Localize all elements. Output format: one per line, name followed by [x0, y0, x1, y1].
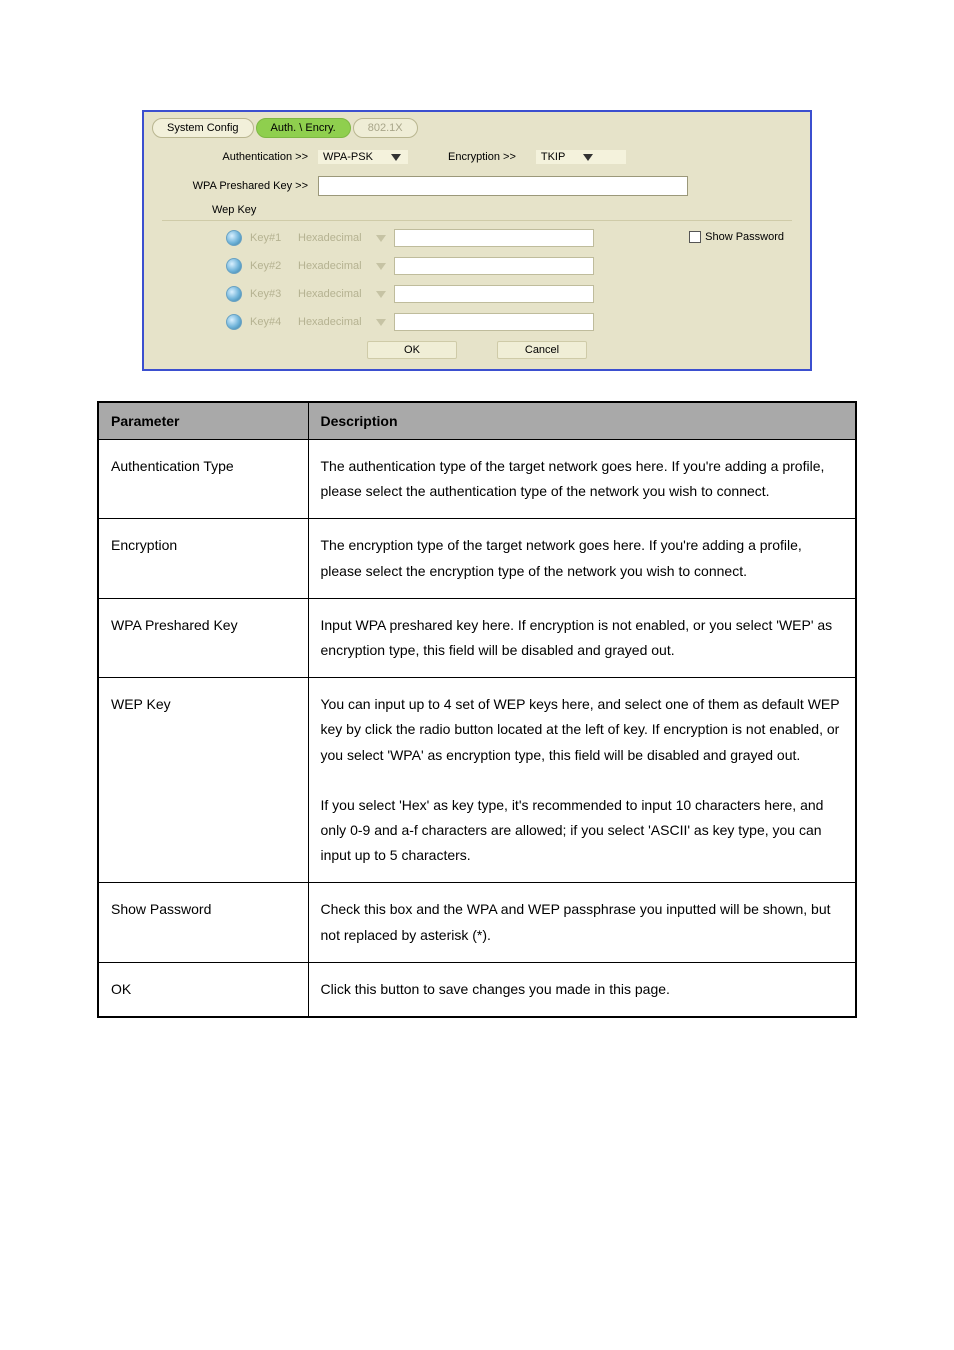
table-cell-parameter: Authentication Type	[98, 440, 308, 519]
wep-rows: Show Password Key#1 Hexadecimal Key#2 He	[162, 220, 792, 331]
wep-key-4-input[interactable]	[394, 313, 594, 331]
auth-select[interactable]: WPA-PSK	[318, 150, 408, 164]
wep-key-3-input[interactable]	[394, 285, 594, 303]
chevron-down-icon	[391, 154, 401, 161]
wep-radio-2[interactable]	[226, 258, 242, 274]
wep-key-3-label: Key#3	[250, 288, 290, 300]
table-cell-parameter: OK	[98, 962, 308, 1017]
wep-key-2-input[interactable]	[394, 257, 594, 275]
wep-key-2-format[interactable]: Hexadecimal	[298, 260, 386, 272]
show-password-label: Show Password	[705, 231, 784, 243]
encryption-label: Encryption >>	[448, 151, 516, 163]
cancel-button[interactable]: Cancel	[497, 341, 587, 359]
wep-radio-3[interactable]	[226, 286, 242, 302]
chevron-down-icon	[376, 291, 386, 298]
wep-key-2-label: Key#2	[250, 260, 290, 272]
psk-input[interactable]	[318, 176, 688, 196]
table-cell-parameter: WEP Key	[98, 678, 308, 883]
table-cell-parameter: Show Password	[98, 883, 308, 962]
tab-system-config[interactable]: System Config	[152, 118, 254, 138]
wep-radio-1[interactable]	[226, 230, 242, 246]
table-header-description: Description	[308, 402, 856, 440]
table-cell-parameter: WPA Preshared Key	[98, 598, 308, 677]
table-cell-description: The encryption type of the target networ…	[308, 519, 856, 598]
button-bar: OK Cancel	[144, 341, 810, 359]
table-cell-description: Click this button to save changes you ma…	[308, 962, 856, 1017]
table-row: EncryptionThe encryption type of the tar…	[98, 519, 856, 598]
chevron-down-icon	[376, 235, 386, 242]
encryption-value: TKIP	[541, 151, 565, 163]
table-cell-description: Check this box and the WPA and WEP passp…	[308, 883, 856, 962]
table-cell-parameter: Encryption	[98, 519, 308, 598]
chevron-down-icon	[583, 154, 593, 161]
wep-key-3-format[interactable]: Hexadecimal	[298, 288, 386, 300]
table-header-row: Parameter Description	[98, 402, 856, 440]
wep-section: Wep Key Show Password Key#1 Hexadecimal	[162, 204, 792, 331]
table-cell-description: The authentication type of the target ne…	[308, 440, 856, 519]
chevron-down-icon	[376, 319, 386, 326]
wep-key-4-format[interactable]: Hexadecimal	[298, 316, 386, 328]
chevron-down-icon	[376, 263, 386, 270]
table-row: WEP KeyYou can input up to 4 set of WEP …	[98, 678, 856, 883]
wep-key-1-input[interactable]	[394, 229, 594, 247]
tab-auth-encry[interactable]: Auth. \ Encry.	[256, 118, 351, 138]
show-password-checkbox[interactable]	[689, 231, 701, 243]
psk-label: WPA Preshared Key >>	[158, 180, 318, 192]
wep-header: Wep Key	[212, 204, 792, 216]
auth-row: Authentication >> WPA-PSK Encryption >> …	[144, 150, 810, 164]
wep-radio-4[interactable]	[226, 314, 242, 330]
table-header-parameter: Parameter	[98, 402, 308, 440]
show-password[interactable]: Show Password	[689, 231, 784, 243]
table-cell-description: You can input up to 4 set of WEP keys he…	[308, 678, 856, 883]
table-row: Authentication TypeThe authentication ty…	[98, 440, 856, 519]
table-cell-description: Input WPA preshared key here. If encrypt…	[308, 598, 856, 677]
wep-key-4-label: Key#4	[250, 316, 290, 328]
ok-button[interactable]: OK	[367, 341, 457, 359]
auth-value: WPA-PSK	[323, 151, 373, 163]
settings-dialog: System Config Auth. \ Encry. 802.1X Auth…	[142, 110, 812, 371]
auth-label: Authentication >>	[158, 151, 318, 163]
auth-encry-panel: System Config Auth. \ Encry. 802.1X Auth…	[144, 112, 810, 369]
wep-row-4: Key#4 Hexadecimal	[226, 313, 792, 331]
encryption-select[interactable]: TKIP	[536, 150, 626, 164]
wep-key-1-label: Key#1	[250, 232, 290, 244]
tab-bar: System Config Auth. \ Encry. 802.1X	[144, 112, 810, 138]
wep-key-1-format[interactable]: Hexadecimal	[298, 232, 386, 244]
psk-row: WPA Preshared Key >>	[144, 176, 810, 196]
table-row: OKClick this button to save changes you …	[98, 962, 856, 1017]
tab-8021x: 802.1X	[353, 118, 418, 138]
wep-row-2: Key#2 Hexadecimal	[226, 257, 792, 275]
wep-row-3: Key#3 Hexadecimal	[226, 285, 792, 303]
table-row: Show PasswordCheck this box and the WPA …	[98, 883, 856, 962]
parameter-table: Parameter Description Authentication Typ…	[97, 401, 857, 1018]
table-row: WPA Preshared KeyInput WPA preshared key…	[98, 598, 856, 677]
